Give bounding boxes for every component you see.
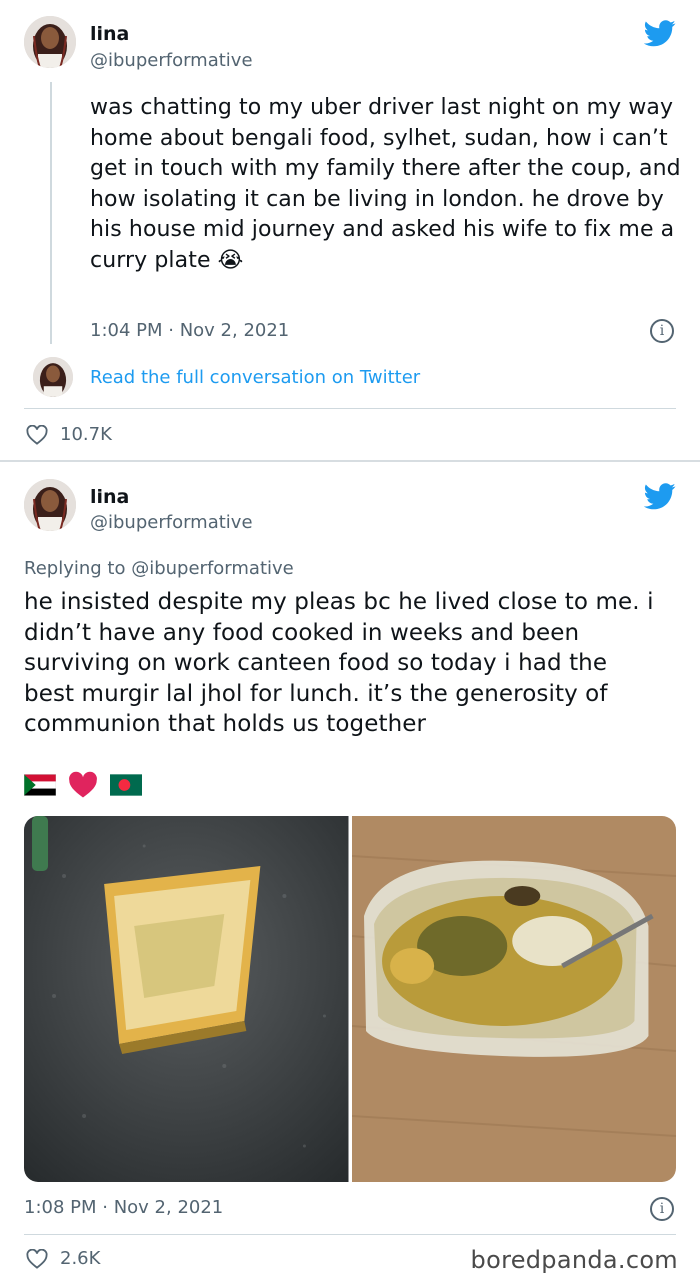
tweet-photos[interactable]	[24, 816, 676, 1182]
separator	[24, 408, 676, 409]
tweet-card-2: lina @ibuperformative Replying to @ibupe…	[0, 462, 700, 1286]
replying-to-prefix: Replying to	[24, 558, 126, 579]
like-button[interactable]: 10.7K	[26, 424, 112, 445]
read-full-conversation-link[interactable]: Read the full conversation on Twitter	[90, 367, 420, 388]
heart-outline-icon	[26, 424, 48, 445]
avatar[interactable]	[24, 479, 76, 531]
bangladesh-flag-icon	[110, 774, 142, 796]
tweet-text: was chatting to my uber driver last nigh…	[90, 93, 690, 276]
author-name[interactable]: lina	[90, 23, 129, 45]
info-icon[interactable]: i	[650, 319, 674, 343]
red-heart-icon	[69, 771, 97, 798]
replying-to-handle[interactable]: @ibuperformative	[131, 558, 294, 579]
thread-line	[50, 82, 52, 344]
replying-to: Replying to @ibuperformative	[24, 558, 294, 579]
avatar[interactable]	[24, 16, 76, 68]
twitter-bird-icon[interactable]	[643, 483, 676, 514]
emoji-row	[24, 771, 142, 799]
author-handle[interactable]: @ibuperformative	[90, 512, 253, 533]
like-count: 2.6K	[60, 1248, 101, 1269]
avatar-small[interactable]	[33, 357, 73, 397]
sudan-flag-icon	[24, 774, 56, 796]
timestamp[interactable]: 1:04 PM · Nov 2, 2021	[90, 320, 289, 341]
info-icon[interactable]: i	[650, 1197, 674, 1221]
watermark: boredpanda.com	[470, 1246, 678, 1274]
heart-outline-icon	[26, 1248, 48, 1269]
tweet-card-1: lina @ibuperformative was chatting to my…	[0, 0, 700, 460]
like-button[interactable]: 2.6K	[26, 1248, 100, 1269]
like-count: 10.7K	[60, 424, 112, 445]
photo-empty-container[interactable]	[24, 816, 349, 1182]
photo-curry-plate[interactable]	[351, 816, 676, 1182]
tweet-body: was chatting to my uber driver last nigh…	[90, 95, 681, 273]
author-name[interactable]: lina	[90, 486, 129, 508]
crying-face-emoji: 😭	[217, 247, 244, 273]
timestamp[interactable]: 1:08 PM · Nov 2, 2021	[24, 1197, 223, 1218]
twitter-bird-icon[interactable]	[643, 20, 676, 51]
tweet-text: he insisted despite my pleas bc he lived…	[24, 589, 654, 737]
separator	[24, 1234, 676, 1235]
author-handle[interactable]: @ibuperformative	[90, 50, 253, 71]
